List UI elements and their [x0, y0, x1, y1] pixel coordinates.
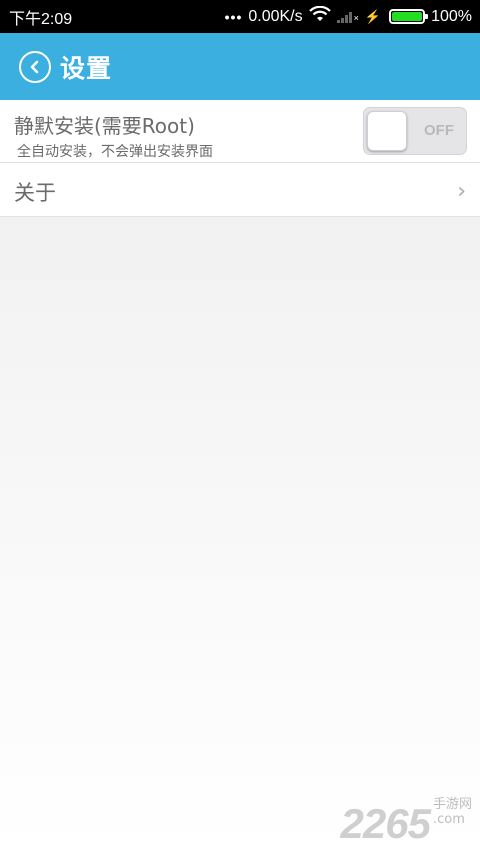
watermark-suffix: .com	[432, 812, 465, 827]
watermark-logo: 2265 手游网 .com	[341, 793, 472, 845]
page-title: 设置	[60, 53, 113, 83]
about-row[interactable]: 关于 ›	[0, 163, 480, 217]
silent-install-title: 静默安装(需要Root)	[14, 114, 195, 138]
battery-percent: 100%	[431, 7, 472, 25]
watermark-site: 手游网 .com	[433, 793, 472, 827]
app-header: 设置	[0, 33, 480, 100]
watermark-site-name: 手游网	[432, 797, 472, 812]
chevron-right-icon: ›	[457, 179, 466, 204]
status-indicators: ••• 0.00K/s × ⚡ 100%	[224, 5, 472, 27]
silent-install-subtitle: 全自动安装，不会弹出安装界面	[17, 144, 213, 160]
signal-icon: ×	[336, 11, 359, 23]
back-arrow-circle-icon	[30, 60, 39, 73]
network-speed: 0.00K/s	[248, 7, 303, 25]
battery-icon	[389, 9, 429, 24]
silent-install-row[interactable]: 静默安装(需要Root) 全自动安装，不会弹出安装界面 OFF	[0, 100, 480, 163]
charging-icon: ⚡	[364, 8, 382, 24]
settings-list: 静默安装(需要Root) 全自动安装，不会弹出安装界面 OFF 关于 ›	[0, 100, 480, 217]
watermark-number: 2265	[340, 800, 431, 847]
about-label: 关于	[14, 181, 56, 205]
silent-install-toggle[interactable]: OFF	[363, 107, 467, 155]
status-time: 下午2:09	[9, 10, 73, 28]
notification-dots: •••	[224, 8, 243, 25]
wifi-icon	[308, 5, 331, 27]
toggle-knob[interactable]	[367, 111, 407, 151]
toggle-state-label: OFF	[424, 122, 454, 139]
status-bar: 下午2:09 ••• 0.00K/s × ⚡ 100%	[0, 0, 480, 33]
back-button[interactable]	[19, 50, 51, 83]
